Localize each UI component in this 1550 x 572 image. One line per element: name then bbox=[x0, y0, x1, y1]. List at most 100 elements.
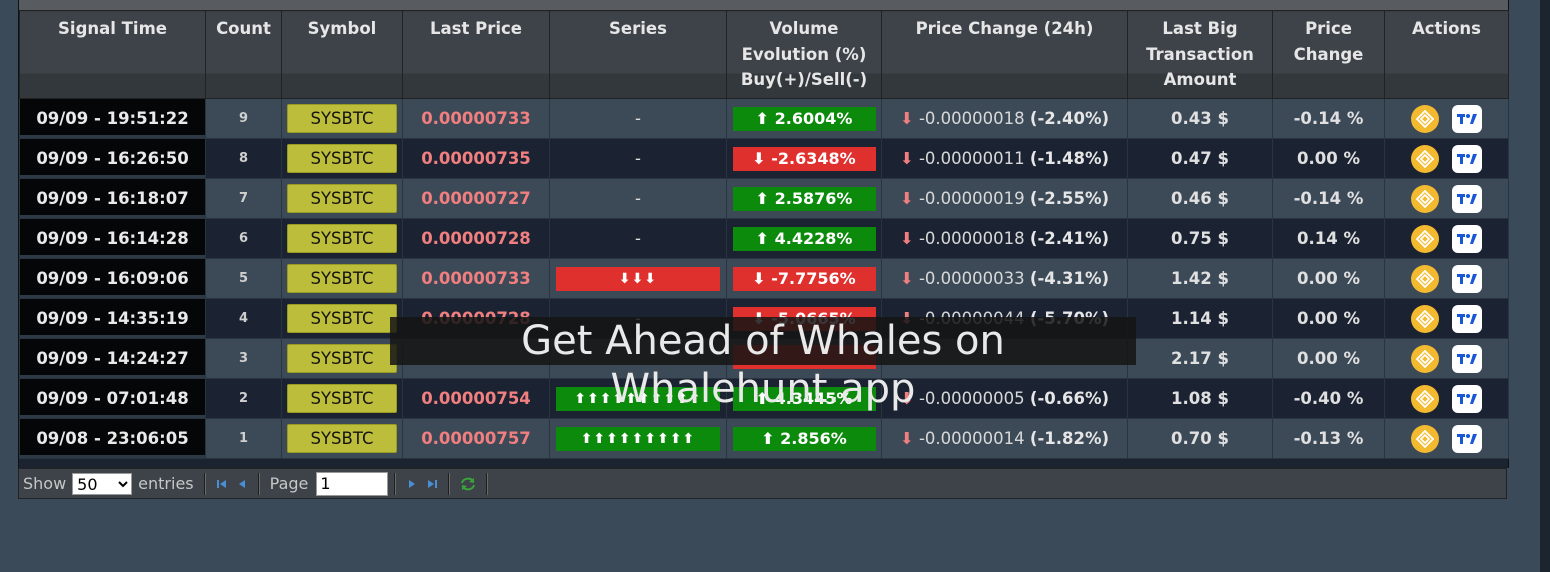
binance-icon[interactable] bbox=[1411, 184, 1439, 213]
symbol-button[interactable]: SYSBTC bbox=[287, 184, 397, 213]
column-header-label: Signal Time bbox=[58, 19, 167, 38]
actions-group bbox=[1385, 424, 1508, 453]
tradingview-icon[interactable] bbox=[1452, 344, 1482, 373]
last-page-icon[interactable] bbox=[425, 477, 439, 491]
count-cell: 3 bbox=[205, 338, 282, 379]
count-cell: 6 bbox=[205, 218, 282, 259]
series-cell: - bbox=[549, 138, 727, 179]
column-header[interactable]: Last Big Transaction Amount bbox=[1127, 10, 1273, 99]
count-cell: 1 bbox=[205, 418, 282, 459]
symbol-cell: SYSBTC bbox=[281, 418, 403, 459]
big-transaction-cell: 1.42 $ bbox=[1127, 258, 1273, 299]
price-change-percent: (-2.55%) bbox=[1029, 189, 1110, 208]
tradingview-icon[interactable] bbox=[1452, 304, 1482, 333]
tradingview-icon[interactable] bbox=[1452, 104, 1482, 133]
price-change-value: -0.00000033 bbox=[918, 269, 1025, 288]
symbol-button[interactable]: SYSBTC bbox=[287, 224, 397, 253]
entries-label: entries bbox=[138, 474, 194, 493]
symbol-cell: SYSBTC bbox=[281, 298, 403, 339]
tradingview-icon[interactable] bbox=[1452, 184, 1482, 213]
tradingview-icon[interactable] bbox=[1452, 224, 1482, 253]
volume-cell: ⬇ -2.6348% bbox=[726, 138, 882, 179]
actions-cell bbox=[1384, 418, 1509, 459]
table-row: 09/09 - 16:18:07 7 SYSBTC 0.00000727 - ⬆ 2.58… bbox=[19, 178, 1509, 219]
binance-icon[interactable] bbox=[1411, 424, 1439, 453]
column-header[interactable]: Volume Evolution (%) Buy(+)/Sell(-) bbox=[726, 10, 882, 99]
big-transaction-cell: 1.14 $ bbox=[1127, 298, 1273, 339]
table-row: 09/09 - 16:14:28 6 SYSBTC 0.00000728 - ⬆ 4.42… bbox=[19, 218, 1509, 259]
count-cell: 5 bbox=[205, 258, 282, 299]
binance-icon[interactable] bbox=[1411, 344, 1439, 373]
pagination-bar: Show 50 entries Page bbox=[18, 468, 1507, 499]
last-price-cell: 0.00000727 bbox=[402, 178, 550, 219]
volume-badge: ⬆ 2.5876% bbox=[732, 186, 876, 211]
page-input[interactable] bbox=[316, 471, 389, 496]
binance-icon[interactable] bbox=[1411, 264, 1439, 293]
price-change-24h-cell: ⬇ -0.00000018 (-2.40%) bbox=[881, 98, 1128, 139]
column-header[interactable]: Actions bbox=[1384, 10, 1509, 99]
binance-icon[interactable] bbox=[1411, 304, 1439, 333]
symbol-button[interactable]: SYSBTC bbox=[287, 104, 397, 133]
volume-cell: ⬇ -7.7756% bbox=[726, 258, 882, 299]
down-arrow-icon: ⬇ bbox=[899, 109, 914, 128]
symbol-button[interactable]: SYSBTC bbox=[287, 144, 397, 173]
column-header[interactable]: Price Change bbox=[1272, 10, 1385, 99]
symbol-button[interactable]: SYSBTC bbox=[287, 424, 397, 453]
column-header-label: Volume Evolution (%) Buy(+)/Sell(-) bbox=[740, 19, 868, 89]
column-header[interactable]: Price Change (24h) bbox=[881, 10, 1128, 99]
binance-icon[interactable] bbox=[1411, 384, 1439, 413]
symbol-button[interactable]: SYSBTC bbox=[287, 264, 397, 293]
price-change-cell: -0.40 % bbox=[1272, 378, 1385, 419]
actions-group bbox=[1385, 224, 1508, 253]
price-change-percent: (-1.82%) bbox=[1029, 429, 1110, 448]
column-header[interactable]: Last Price bbox=[402, 10, 550, 99]
prev-page-icon[interactable] bbox=[235, 477, 249, 491]
symbol-cell: SYSBTC bbox=[281, 378, 403, 419]
count-cell: 2 bbox=[205, 378, 282, 419]
binance-icon[interactable] bbox=[1411, 144, 1439, 173]
symbol-button[interactable]: SYSBTC bbox=[287, 304, 397, 333]
actions-cell bbox=[1384, 218, 1509, 259]
price-change-24h-cell: ⬇ -0.00000018 (-2.41%) bbox=[881, 218, 1128, 259]
tradingview-icon[interactable] bbox=[1452, 264, 1482, 293]
series-bar: ⬆⬆⬆⬆⬆⬆⬆⬆⬆ bbox=[556, 426, 720, 451]
binance-icon[interactable] bbox=[1411, 104, 1439, 133]
price-change-cell: -0.14 % bbox=[1272, 178, 1385, 219]
price-change-cell: 0.00 % bbox=[1272, 338, 1385, 379]
table-row: 09/09 - 19:51:22 9 SYSBTC 0.00000733 - ⬆ 2.60… bbox=[19, 98, 1509, 139]
actions-cell bbox=[1384, 378, 1509, 419]
tradingview-icon[interactable] bbox=[1452, 384, 1482, 413]
actions-cell bbox=[1384, 338, 1509, 379]
price-change-percent: (-2.40%) bbox=[1029, 109, 1110, 128]
down-arrow-icon: ⬇ bbox=[899, 429, 914, 448]
refresh-icon[interactable] bbox=[459, 477, 477, 491]
next-page-icon[interactable] bbox=[405, 477, 419, 491]
signal-time-cell: 09/09 - 07:01:48 bbox=[19, 378, 206, 419]
volume-badge: ⬇ -2.6348% bbox=[732, 146, 876, 171]
series-value: - bbox=[635, 189, 641, 208]
first-page-icon[interactable] bbox=[215, 477, 229, 491]
symbol-cell: SYSBTC bbox=[281, 338, 403, 379]
column-header-label: Last Big Transaction Amount bbox=[1146, 19, 1254, 89]
price-change-value: -0.00000018 bbox=[918, 109, 1025, 128]
tradingview-icon[interactable] bbox=[1452, 144, 1482, 173]
table-header: Signal Time Count Symbol Last Price Series Vo… bbox=[19, 10, 1509, 99]
column-header[interactable]: Signal Time bbox=[19, 10, 206, 99]
column-header[interactable]: Symbol bbox=[281, 10, 403, 99]
actions-group bbox=[1385, 104, 1508, 133]
column-header[interactable]: Count bbox=[205, 10, 282, 99]
down-arrow-icon: ⬇ bbox=[899, 189, 914, 208]
volume-badge: ⬆ 2.6004% bbox=[732, 106, 876, 131]
entries-select[interactable]: 50 bbox=[72, 472, 133, 495]
column-header[interactable]: Series bbox=[549, 10, 727, 99]
binance-icon[interactable] bbox=[1411, 224, 1439, 253]
big-transaction-cell: 1.08 $ bbox=[1127, 378, 1273, 419]
symbol-button[interactable]: SYSBTC bbox=[287, 344, 397, 373]
signal-time-cell: 09/09 - 16:26:50 bbox=[19, 138, 206, 179]
price-change-value: -0.00000019 bbox=[918, 189, 1025, 208]
symbol-button[interactable]: SYSBTC bbox=[287, 384, 397, 413]
series-bar: ⬇⬇⬇ bbox=[556, 266, 720, 291]
tradingview-icon[interactable] bbox=[1452, 424, 1482, 453]
price-change-percent: (-1.48%) bbox=[1029, 149, 1110, 168]
signal-time-cell: 09/09 - 19:51:22 bbox=[19, 98, 206, 139]
